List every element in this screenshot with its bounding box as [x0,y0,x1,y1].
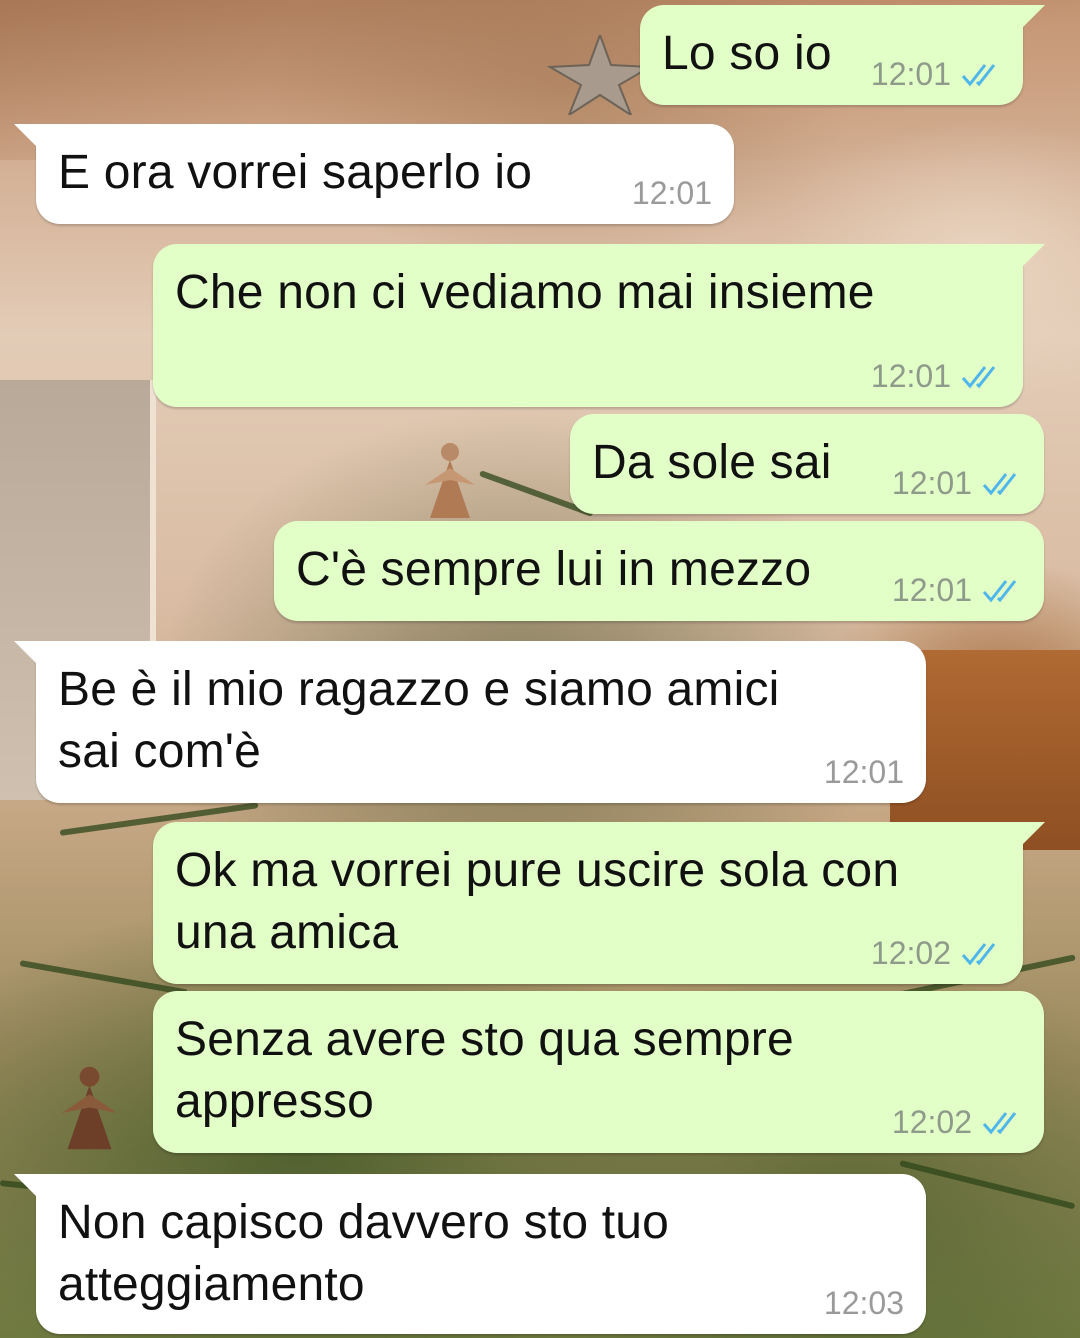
message-text: Be è il mio ragazzo e siamo amici sai co… [58,663,780,778]
message-bubble-incoming[interactable]: Be è il mio ragazzo e siamo amici sai co… [14,641,926,803]
message-bubble-outgoing[interactable]: Che non ci vediamo mai insieme 12:01 [153,244,1045,407]
message-time: 12:01 [870,56,951,92]
message-bubble-outgoing[interactable]: Senza avere sto qua sempre appresso 12:0… [153,991,1044,1153]
read-double-check-icon [961,942,996,965]
message-time: 12:02 [891,1104,972,1140]
read-double-check-icon [961,365,996,388]
message-time: 12:02 [870,935,951,971]
message-text: Senza avere sto qua sempre appresso [175,1013,794,1128]
message-text: Che non ci vediamo mai insieme [175,266,875,319]
message-text: Lo so io [662,27,832,80]
read-double-check-icon [982,579,1017,602]
message-time: 12:01 [891,465,972,501]
message-text: Ok ma vorrei pure uscire sola con una am… [175,844,900,959]
message-text: E ora vorrei saperlo io [58,146,533,199]
message-list[interactable]: Lo so io 12:01 E ora vorrei saperlo io 1… [0,0,1080,1338]
read-double-check-icon [961,63,996,86]
message-bubble-outgoing[interactable]: Lo so io 12:01 [640,5,1045,105]
message-time: 12:03 [823,1285,904,1321]
message-time: 12:01 [891,572,972,608]
read-double-check-icon [982,472,1017,495]
message-text: Da sole sai [592,436,832,489]
message-bubble-outgoing[interactable]: C'è sempre lui in mezzo 12:01 [274,521,1044,621]
message-time: 12:01 [870,358,951,394]
message-text: Non capisco davvero sto tuo atteggiament… [58,1196,670,1311]
message-bubble-outgoing[interactable]: Da sole sai 12:01 [570,414,1044,514]
message-time: 12:01 [823,754,904,790]
message-bubble-incoming[interactable]: E ora vorrei saperlo io 12:01 [14,124,734,224]
read-double-check-icon [982,1111,1017,1134]
message-bubble-incoming[interactable]: Non capisco davvero sto tuo atteggiament… [14,1174,926,1334]
message-time: 12:01 [631,175,712,211]
message-text: C'è sempre lui in mezzo [296,543,812,596]
message-bubble-outgoing[interactable]: Ok ma vorrei pure uscire sola con una am… [153,822,1045,984]
